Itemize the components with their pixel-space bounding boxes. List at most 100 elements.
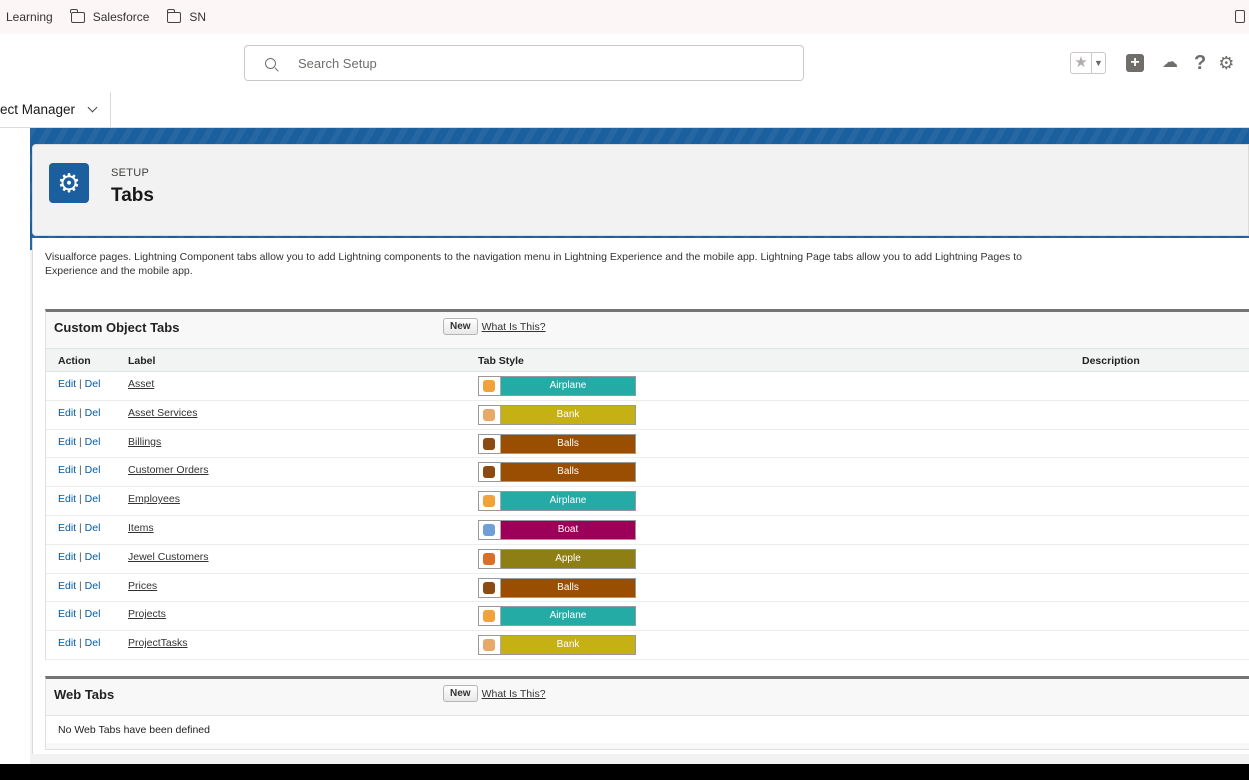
tab-style-swatch: Bank <box>478 404 636 425</box>
edit-link[interactable]: Edit <box>58 378 76 390</box>
tab-label-link[interactable]: Asset Services <box>128 407 197 419</box>
column-header-action: Action <box>58 355 91 367</box>
chevron-down-icon[interactable] <box>87 102 98 113</box>
trailhead-icon[interactable]: ☁ <box>1160 53 1180 73</box>
folder-icon <box>70 8 85 23</box>
setup-gear-icon[interactable]: ⚙ <box>1218 53 1234 73</box>
tab-style-icon <box>479 607 501 626</box>
tab-style-icon-glyph <box>483 437 495 450</box>
tab-style-icon-glyph <box>483 495 495 508</box>
edit-link[interactable]: Edit <box>58 637 76 649</box>
other-bookmarks-icon[interactable] <box>1235 10 1245 23</box>
tab-label-link[interactable]: Jewel Customers <box>128 551 209 563</box>
intro-line-2: Experience and the mobile app. <box>45 265 193 277</box>
del-link[interactable]: Del <box>85 637 101 649</box>
new-custom-tab-button[interactable]: New <box>443 318 478 335</box>
table-row: Edit | Del Prices Balls <box>46 573 1249 603</box>
what-is-this-link[interactable]: What Is This? <box>482 688 546 700</box>
tab-style-swatch: Bank <box>478 635 636 656</box>
edit-link[interactable]: Edit <box>58 464 76 476</box>
tab-style-name: Apple <box>501 549 635 568</box>
tab-label-link[interactable]: Billings <box>128 436 161 448</box>
edit-link[interactable]: Edit <box>58 522 76 534</box>
custom-tabs-table: Action Label Tab Style Description Edit … <box>46 348 1249 660</box>
page-title: Tabs <box>111 185 154 206</box>
bookmark-learning[interactable]: Learning <box>6 10 53 24</box>
row-actions: Edit | Del <box>58 522 100 534</box>
tab-label-link[interactable]: ProjectTasks <box>128 637 188 649</box>
row-actions: Edit | Del <box>58 637 100 649</box>
tab-style-name: Bank <box>501 636 635 655</box>
setup-gear-icon: ⚙ <box>49 163 89 203</box>
what-is-this-link[interactable]: What Is This? <box>482 321 546 333</box>
object-manager-tab[interactable]: ect Manager <box>0 92 112 127</box>
search-icon <box>265 57 276 69</box>
tab-style-icon-glyph <box>483 610 495 623</box>
row-actions: Edit | Del <box>58 464 100 476</box>
tab-style-icon <box>479 578 501 597</box>
tab-style-icon <box>479 492 501 511</box>
tab-style-name: Airplane <box>501 607 635 626</box>
global-header: Search Setup ★ ▼ + ☁ ? ⚙ <box>0 34 1249 92</box>
action-separator: | <box>76 637 85 650</box>
edit-link[interactable]: Edit <box>58 436 76 448</box>
tab-label-link[interactable]: Asset <box>128 378 154 390</box>
search-setup-input[interactable]: Search Setup <box>244 45 804 81</box>
page-header: ⚙ SETUP Tabs <box>32 144 1249 236</box>
del-link[interactable]: Del <box>85 551 101 563</box>
tab-style-name: Balls <box>501 463 635 482</box>
favorites-star-icon[interactable]: ★ <box>1071 53 1091 73</box>
row-actions: Edit | Del <box>58 608 100 620</box>
help-icon[interactable]: ? <box>1194 53 1206 73</box>
tab-style-swatch: Balls <box>478 577 636 598</box>
del-link[interactable]: Del <box>85 580 101 592</box>
tab-label-link[interactable]: Prices <box>128 580 157 592</box>
del-link[interactable]: Del <box>85 522 101 534</box>
new-web-tab-button[interactable]: New <box>443 685 478 702</box>
app-nav-bar: ect Manager <box>0 92 1249 128</box>
favorites-button[interactable]: ★ ▼ <box>1070 52 1106 74</box>
tab-style-icon-glyph <box>483 552 495 565</box>
table-row: Edit | Del Customer Orders Balls <box>46 458 1249 488</box>
edit-link[interactable]: Edit <box>58 407 76 419</box>
tab-style-icon <box>479 549 501 568</box>
tab-label-link[interactable]: Employees <box>128 493 180 505</box>
tab-style-icon-glyph <box>483 581 495 594</box>
bookmark-folder-salesforce[interactable]: Salesforce <box>70 8 149 24</box>
row-actions: Edit | Del <box>58 551 100 563</box>
edit-link[interactable]: Edit <box>58 551 76 563</box>
edit-link[interactable]: Edit <box>58 580 76 592</box>
action-separator: | <box>76 435 85 448</box>
tab-style-name: Balls <box>501 578 635 597</box>
bookmark-label: SN <box>189 10 207 24</box>
action-separator: | <box>76 464 85 477</box>
tab-label-link[interactable]: Items <box>128 522 154 534</box>
tab-style-swatch: Apple <box>478 548 636 569</box>
tab-style-icon <box>479 434 501 453</box>
del-link[interactable]: Del <box>85 407 101 419</box>
edit-link[interactable]: Edit <box>58 493 76 505</box>
tab-style-icon <box>479 377 501 395</box>
tab-style-icon <box>479 520 501 539</box>
del-link[interactable]: Del <box>85 464 101 476</box>
tab-style-swatch: Airplane <box>478 606 636 627</box>
header-actions: ★ ▼ + ☁ ? ⚙ <box>1070 52 1234 74</box>
tab-label-link[interactable]: Projects <box>128 608 166 620</box>
action-separator: | <box>76 493 85 506</box>
column-header-label: Label <box>128 355 156 367</box>
tab-style-icon-glyph <box>483 380 495 392</box>
favorites-dropdown-icon[interactable]: ▼ <box>1091 53 1105 73</box>
bookmark-label: Learning <box>6 10 53 24</box>
del-link[interactable]: Del <box>85 436 101 448</box>
del-link[interactable]: Del <box>85 378 101 390</box>
web-tabs-section: Web Tabs New What Is This? No Web Tabs h… <box>45 676 1249 750</box>
tab-label-link[interactable]: Customer Orders <box>128 464 209 476</box>
del-link[interactable]: Del <box>85 608 101 620</box>
edit-link[interactable]: Edit <box>58 608 76 620</box>
main-content: Visualforce pages. Lightning Component t… <box>32 238 1249 754</box>
add-plus-icon[interactable]: + <box>1126 54 1144 72</box>
bookmark-folder-sn[interactable]: SN <box>167 8 207 24</box>
tab-style-icon-glyph <box>483 523 495 536</box>
tab-style-name: Balls <box>501 434 635 453</box>
del-link[interactable]: Del <box>85 493 101 505</box>
